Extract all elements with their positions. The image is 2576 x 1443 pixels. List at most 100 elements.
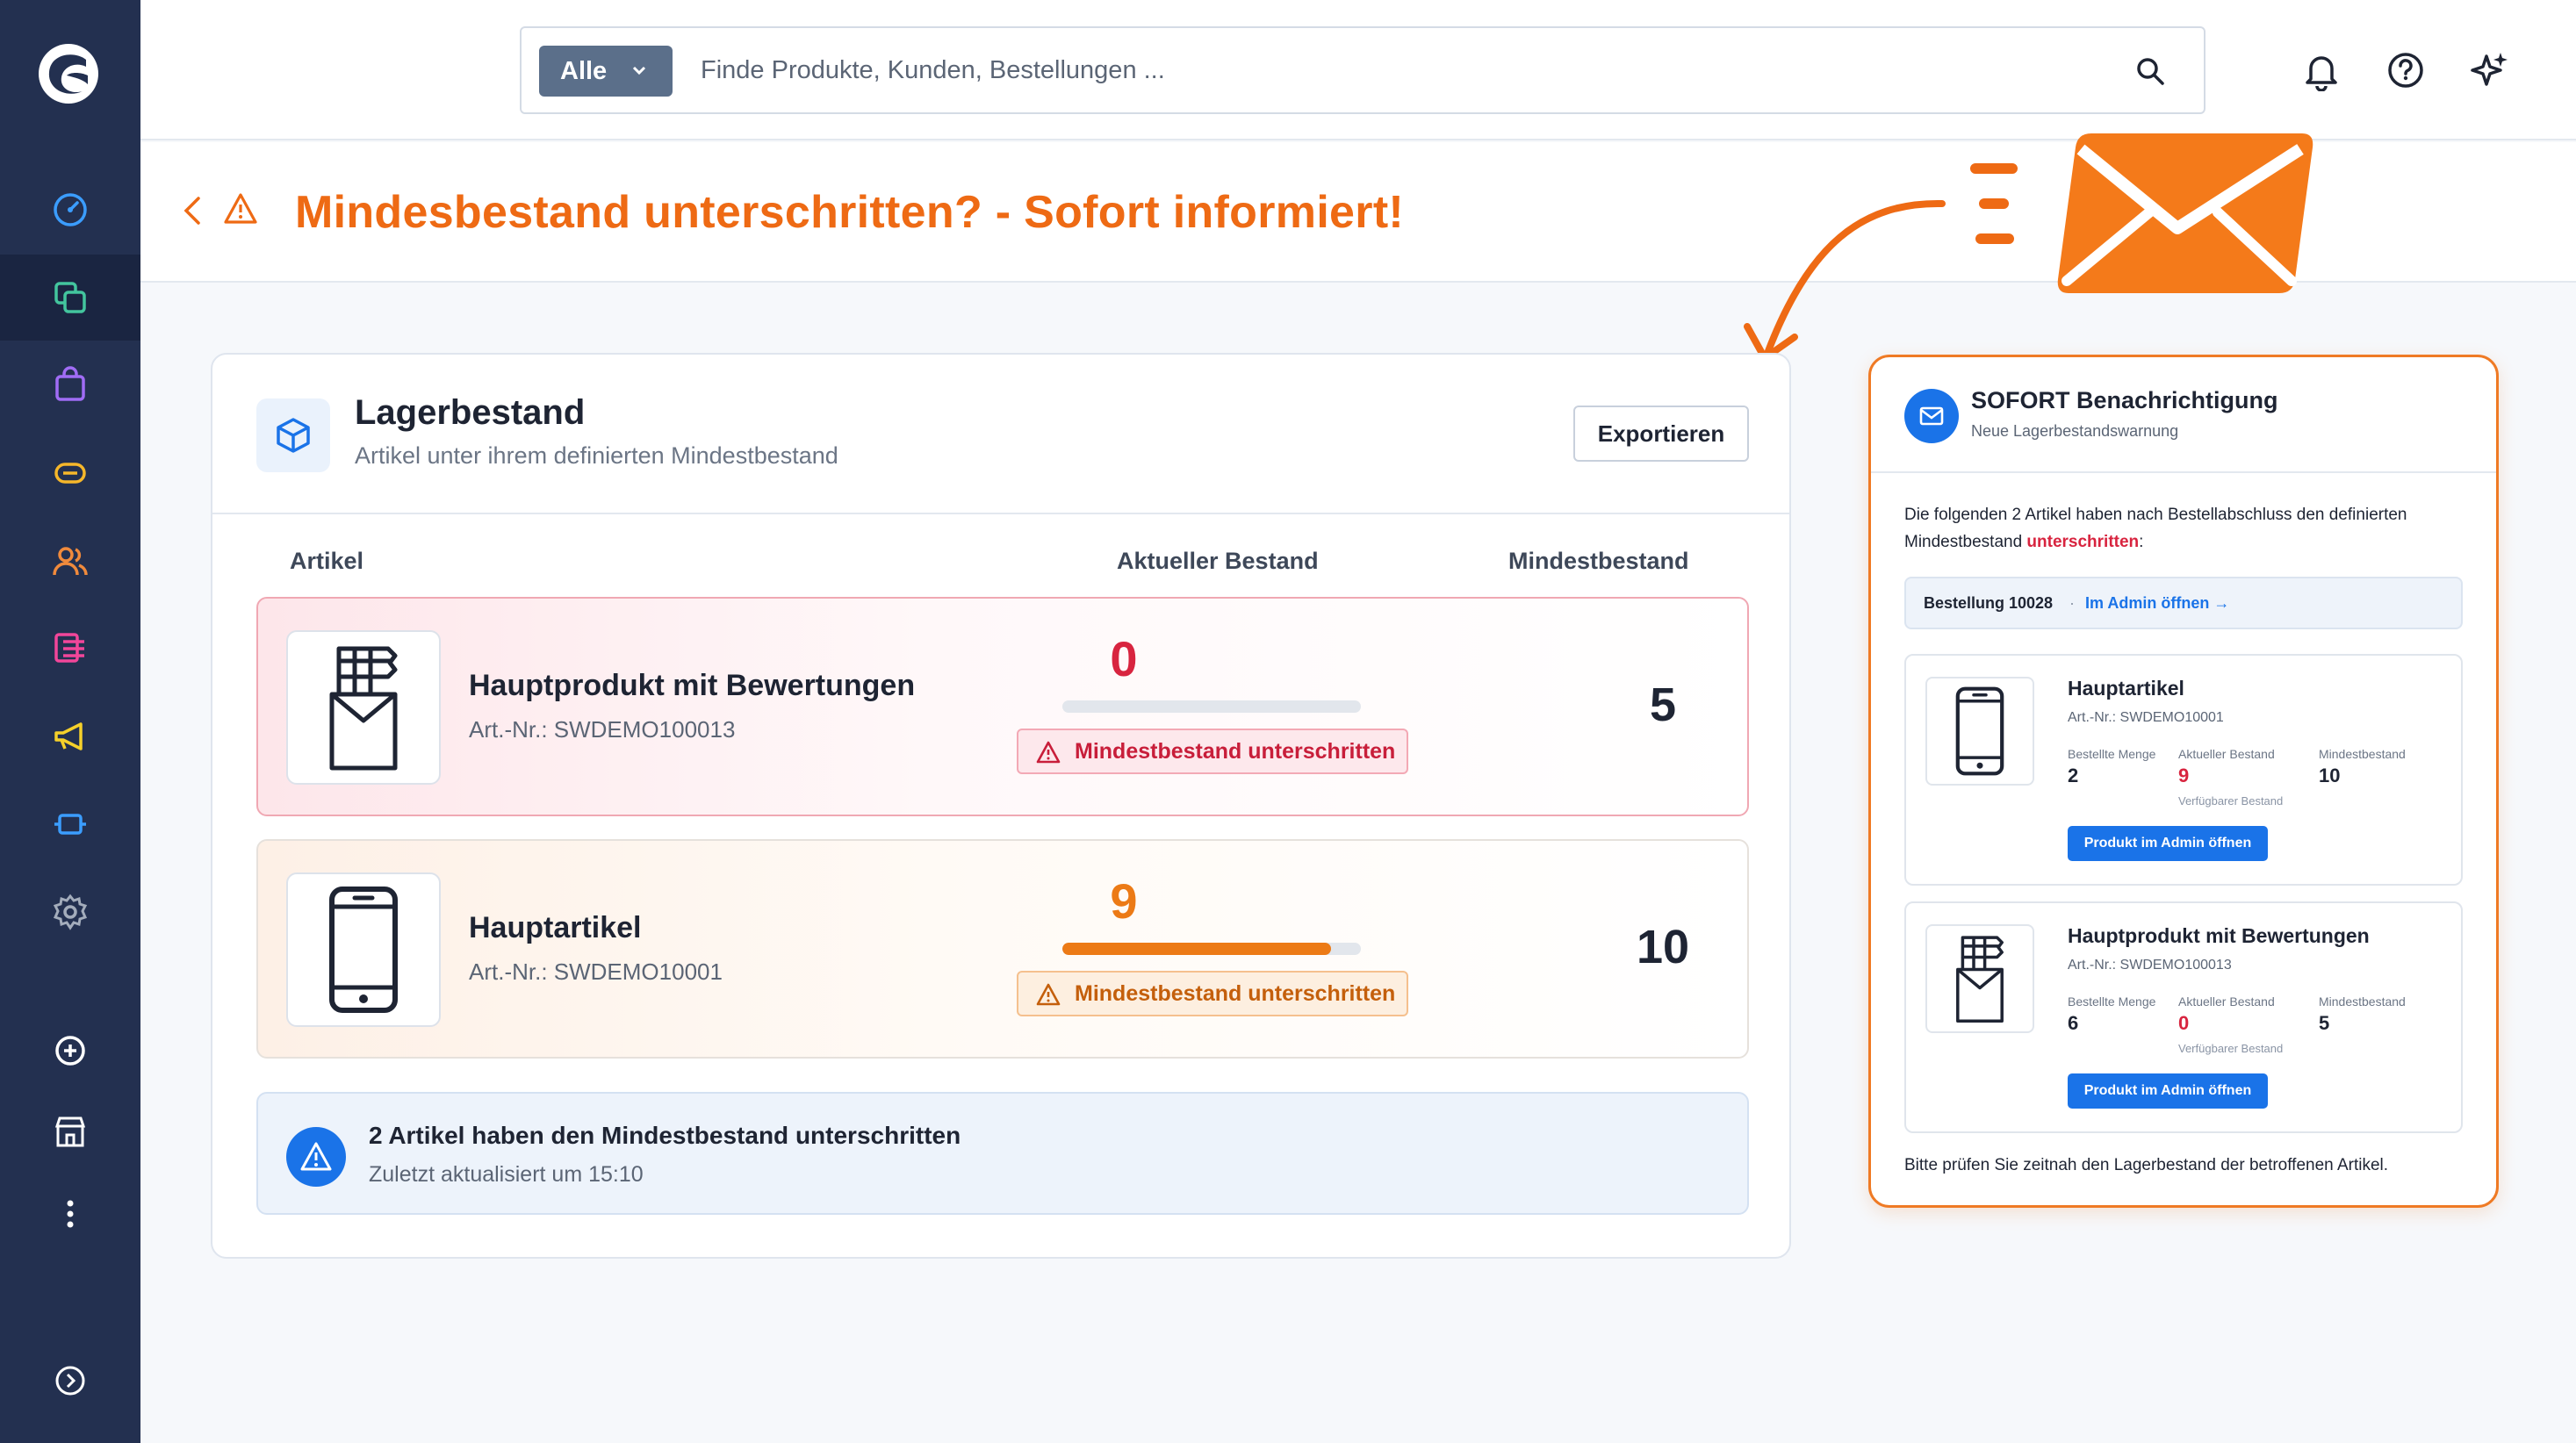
chocolate-bar-icon — [329, 646, 398, 771]
bell-icon[interactable] — [2300, 49, 2342, 91]
current-stock-value: 0 — [1110, 631, 1138, 686]
inventory-card: Lagerbestand Artikel unter ihrem definie… — [211, 353, 1791, 1259]
open-product-button[interactable]: Produkt im Admin öffnen — [2068, 826, 2268, 861]
sidebar-item-content[interactable] — [0, 606, 140, 692]
status-badge: Mindestbestand unterschritten — [1017, 971, 1408, 1016]
sidebar-item-marketing[interactable] — [0, 693, 140, 779]
sidebar-item-extensions[interactable] — [0, 781, 140, 867]
shopware-logo[interactable] — [35, 40, 102, 107]
sidebar-item-storefront[interactable] — [0, 1088, 140, 1174]
smartphone-icon — [329, 887, 398, 1013]
email-product-card: Hauptprodukt mit Bewertungen Art.-Nr.: S… — [1904, 901, 2463, 1133]
help-icon[interactable] — [2385, 49, 2427, 91]
customers-icon — [53, 547, 88, 576]
search-icon[interactable] — [2133, 54, 2169, 90]
sidebar-item-more[interactable] — [0, 1171, 140, 1257]
sidebar-item-dashboard[interactable] — [0, 167, 140, 253]
customers-payment-icon — [54, 463, 86, 484]
min-stock-value: 10 — [2319, 765, 2341, 786]
ai-sparkle-icon[interactable] — [2469, 49, 2511, 91]
sidebar-item-add-sales-channel[interactable] — [0, 1008, 140, 1094]
sidebar-item-payment[interactable] — [0, 430, 140, 516]
email-avatar — [1904, 389, 1959, 443]
open-order-link[interactable]: Im Admin öffnen → — [2085, 594, 2229, 613]
product-thumbnail — [286, 872, 441, 1027]
sidebar-item-catalog[interactable] — [0, 255, 140, 341]
smartphone-icon — [1955, 686, 2004, 776]
open-product-button[interactable]: Produkt im Admin öffnen — [2068, 1073, 2268, 1109]
topbar: Alle Finde Produkte, Kunden, Bestellunge… — [140, 0, 2576, 140]
catalog-icon — [54, 282, 86, 313]
extensions-icon — [54, 814, 86, 835]
ordered-quantity-value: 6 — [2068, 1012, 2079, 1034]
summary-title: 2 Artikel haben den Mindestbestand unter… — [369, 1122, 961, 1149]
chocolate-bar-icon — [1956, 936, 2004, 1023]
product-thumbnail — [1925, 677, 2034, 786]
product-name: Hauptartikel — [469, 911, 642, 944]
export-button[interactable]: Exportieren — [1573, 406, 1749, 462]
add-sales-channel-icon — [55, 1036, 85, 1066]
page-title: Mindesbestand unterschritten? - Sofort i… — [295, 187, 1405, 238]
status-badge-label: Mindestbestand unterschritten — [1075, 738, 1396, 764]
current-stock-label: Aktueller Bestand — [2178, 994, 2275, 1009]
card-title: Lagerbestand — [355, 393, 586, 432]
min-stock-value: 5 — [1649, 678, 1677, 731]
email-intro-end: : — [2139, 533, 2144, 551]
ordered-quantity-value: 2 — [2068, 765, 2079, 786]
email-intro-text: Die folgenden 2 Artikel haben nach Beste… — [1904, 506, 2407, 551]
warning-icon — [1036, 741, 1061, 764]
warning-icon — [1036, 983, 1061, 1006]
more-icon — [67, 1200, 74, 1228]
product-sku: Art.-Nr.: SWDEMO100013 — [2068, 958, 2232, 973]
product-sku: Art.-Nr.: SWDEMO10001 — [469, 958, 723, 985]
min-stock-label: Mindestbestand — [2319, 747, 2406, 761]
order-separator: · — [2069, 594, 2075, 612]
card-subtitle: Artikel unter ihrem definierten Mindestb… — [355, 442, 838, 469]
table-row[interactable]: Hauptprodukt mit Bewertungen Art.-Nr.: S… — [256, 597, 1749, 816]
column-header-article: Artikel — [290, 548, 364, 574]
status-badge-label: Mindestbestand unterschritten — [1075, 980, 1396, 1006]
min-stock-value: 10 — [1636, 921, 1690, 973]
package-icon — [277, 418, 310, 453]
sidebar-item-settings[interactable] — [0, 869, 140, 955]
sidebar — [0, 0, 140, 1443]
current-stock-value: 9 — [2178, 765, 2190, 786]
warning-icon — [224, 193, 257, 224]
status-badge: Mindestbestand unterschritten — [1017, 729, 1408, 774]
table-row[interactable]: Hauptartikel Art.-Nr.: SWDEMO10001 9 Min… — [256, 839, 1749, 1059]
email-intro-highlight: unterschritten — [2026, 533, 2140, 551]
warning-icon — [300, 1142, 332, 1171]
email-notification-preview: SOFORT Benachrichtigung Neue Lagerbestan… — [1868, 355, 2499, 1208]
order-reference-bar: Bestellung 10028 · Im Admin öffnen → — [1904, 577, 2463, 629]
sidebar-collapse-button[interactable] — [0, 1338, 140, 1424]
chevron-down-icon — [632, 66, 646, 75]
stock-progress-bar — [1062, 943, 1361, 955]
current-stock-value: 9 — [1110, 873, 1138, 929]
content-icon — [54, 633, 84, 663]
stock-progress-bar — [1062, 700, 1361, 713]
ordered-quantity-label: Bestellte Menge — [2068, 994, 2156, 1009]
email-product-card: Hauptartikel Art.-Nr.: SWDEMO10001 Beste… — [1904, 654, 2463, 886]
product-thumbnail — [1925, 924, 2034, 1033]
stock-progress-fill — [1062, 943, 1331, 955]
search-input[interactable]: Finde Produkte, Kunden, Bestellungen ... — [701, 56, 1165, 85]
ordered-quantity-label: Bestellte Menge — [2068, 747, 2156, 761]
product-name: Hauptprodukt mit Bewertungen — [469, 669, 916, 702]
back-icon[interactable] — [177, 193, 207, 228]
dashboard-icon — [54, 193, 87, 226]
collapse-icon — [55, 1366, 85, 1396]
email-subtitle: Neue Lagerbestandswarnung — [1971, 422, 2179, 440]
global-search[interactable]: Alle Finde Produkte, Kunden, Bestellunge… — [520, 26, 2205, 114]
column-header-min-stock: Mindestbestand — [1508, 548, 1689, 574]
info-icon-badge — [286, 1127, 346, 1187]
product-sku: Art.-Nr.: SWDEMO10001 — [2068, 710, 2224, 725]
storefront-icon — [54, 1116, 86, 1147]
min-stock-label: Mindestbestand — [2319, 994, 2406, 1009]
sidebar-item-customers[interactable] — [0, 518, 140, 604]
search-filter-dropdown[interactable]: Alle — [539, 46, 673, 97]
search-filter-label: Alle — [560, 56, 608, 85]
min-stock-value: 5 — [2319, 1012, 2330, 1034]
order-number: Bestellung 10028 — [1924, 594, 2054, 612]
sidebar-item-orders[interactable] — [0, 342, 140, 428]
marketing-icon — [54, 722, 83, 750]
